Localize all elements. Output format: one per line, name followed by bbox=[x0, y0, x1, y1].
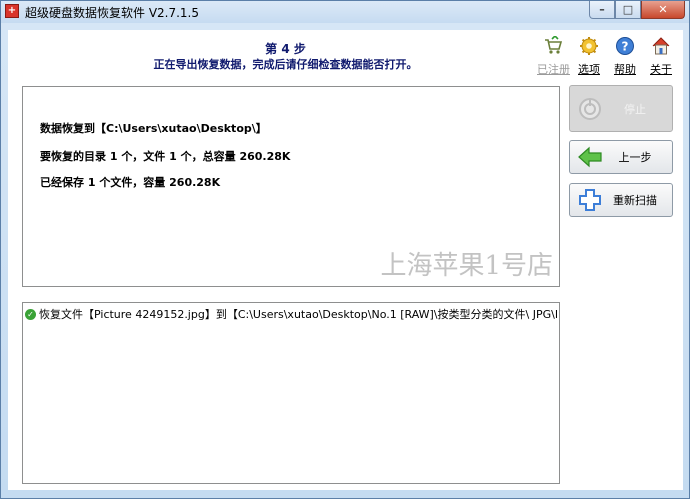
previous-step-label: 上一步 bbox=[618, 151, 652, 164]
log-list[interactable]: ✓ 恢复文件【Picture 4249152.jpg】到【C:\Users\xu… bbox=[22, 302, 560, 484]
plus-icon bbox=[579, 189, 601, 211]
main-content: 第 4 步 正在导出恢复数据，完成后请仔细检查数据能否打开。 已注册 选项 ? … bbox=[8, 30, 683, 490]
rescan-button[interactable]: 重新扫描 bbox=[569, 183, 673, 217]
close-button[interactable]: ✕ bbox=[641, 1, 685, 19]
help-link[interactable]: ? 帮助 bbox=[609, 36, 641, 77]
restore-count-text: 要恢复的目录 1 个，文件 1 个，总容量 260.28K bbox=[40, 150, 291, 163]
app-window: + 超级硬盘数据恢复软件 V2.7.1.5 – □ ✕ 第 4 步 正在导出恢复… bbox=[0, 0, 690, 499]
gear-icon bbox=[580, 37, 598, 55]
rescan-label: 重新扫描 bbox=[613, 194, 657, 207]
about-link[interactable]: 关于 bbox=[645, 36, 677, 77]
title-bar[interactable]: + 超级硬盘数据恢复软件 V2.7.1.5 – □ ✕ bbox=[1, 1, 689, 23]
options-label: 选项 bbox=[578, 63, 600, 76]
restore-target-text: 数据恢复到【C:\Users\xutao\Desktop\】 bbox=[40, 122, 267, 135]
top-links: 已注册 选项 ? 帮助 关于 bbox=[537, 34, 677, 77]
registered-label: 已注册 bbox=[537, 63, 570, 76]
summary-panel: 数据恢复到【C:\Users\xutao\Desktop\】 要恢复的目录 1 … bbox=[22, 86, 560, 287]
log-item: ✓ 恢复文件【Picture 4249152.jpg】到【C:\Users\xu… bbox=[25, 306, 557, 322]
step-subtitle: 正在导出恢复数据，完成后请仔细检查数据能否打开。 bbox=[153, 58, 418, 71]
step-title: 第 4 步 bbox=[265, 42, 306, 56]
app-logo-icon: + bbox=[5, 4, 19, 18]
options-link[interactable]: 选项 bbox=[573, 36, 605, 77]
cart-icon bbox=[545, 34, 563, 54]
check-icon: ✓ bbox=[25, 308, 36, 320]
watermark-text: 上海苹果1号店 bbox=[380, 251, 553, 281]
back-arrow-icon bbox=[578, 146, 602, 168]
stop-button[interactable]: 停止 bbox=[569, 85, 673, 132]
log-item-text: 恢复文件【Picture 4249152.jpg】到【C:\Users\xuta… bbox=[39, 308, 557, 321]
svg-text:?: ? bbox=[622, 40, 629, 54]
registered-link[interactable]: 已注册 bbox=[537, 34, 570, 77]
window-title: 超级硬盘数据恢复软件 V2.7.1.5 bbox=[25, 6, 200, 20]
previous-step-button[interactable]: 上一步 bbox=[569, 140, 673, 174]
home-icon bbox=[652, 37, 670, 55]
help-label: 帮助 bbox=[614, 63, 636, 76]
saved-count-text: 已经保存 1 个文件，容量 260.28K bbox=[40, 176, 221, 189]
help-icon: ? bbox=[616, 37, 634, 55]
stop-button-label: 停止 bbox=[624, 102, 646, 116]
stop-icon bbox=[579, 97, 601, 120]
about-label: 关于 bbox=[650, 63, 672, 76]
minimize-button[interactable]: – bbox=[589, 1, 615, 19]
window-controls: – □ ✕ bbox=[589, 1, 685, 19]
maximize-button[interactable]: □ bbox=[615, 1, 641, 19]
